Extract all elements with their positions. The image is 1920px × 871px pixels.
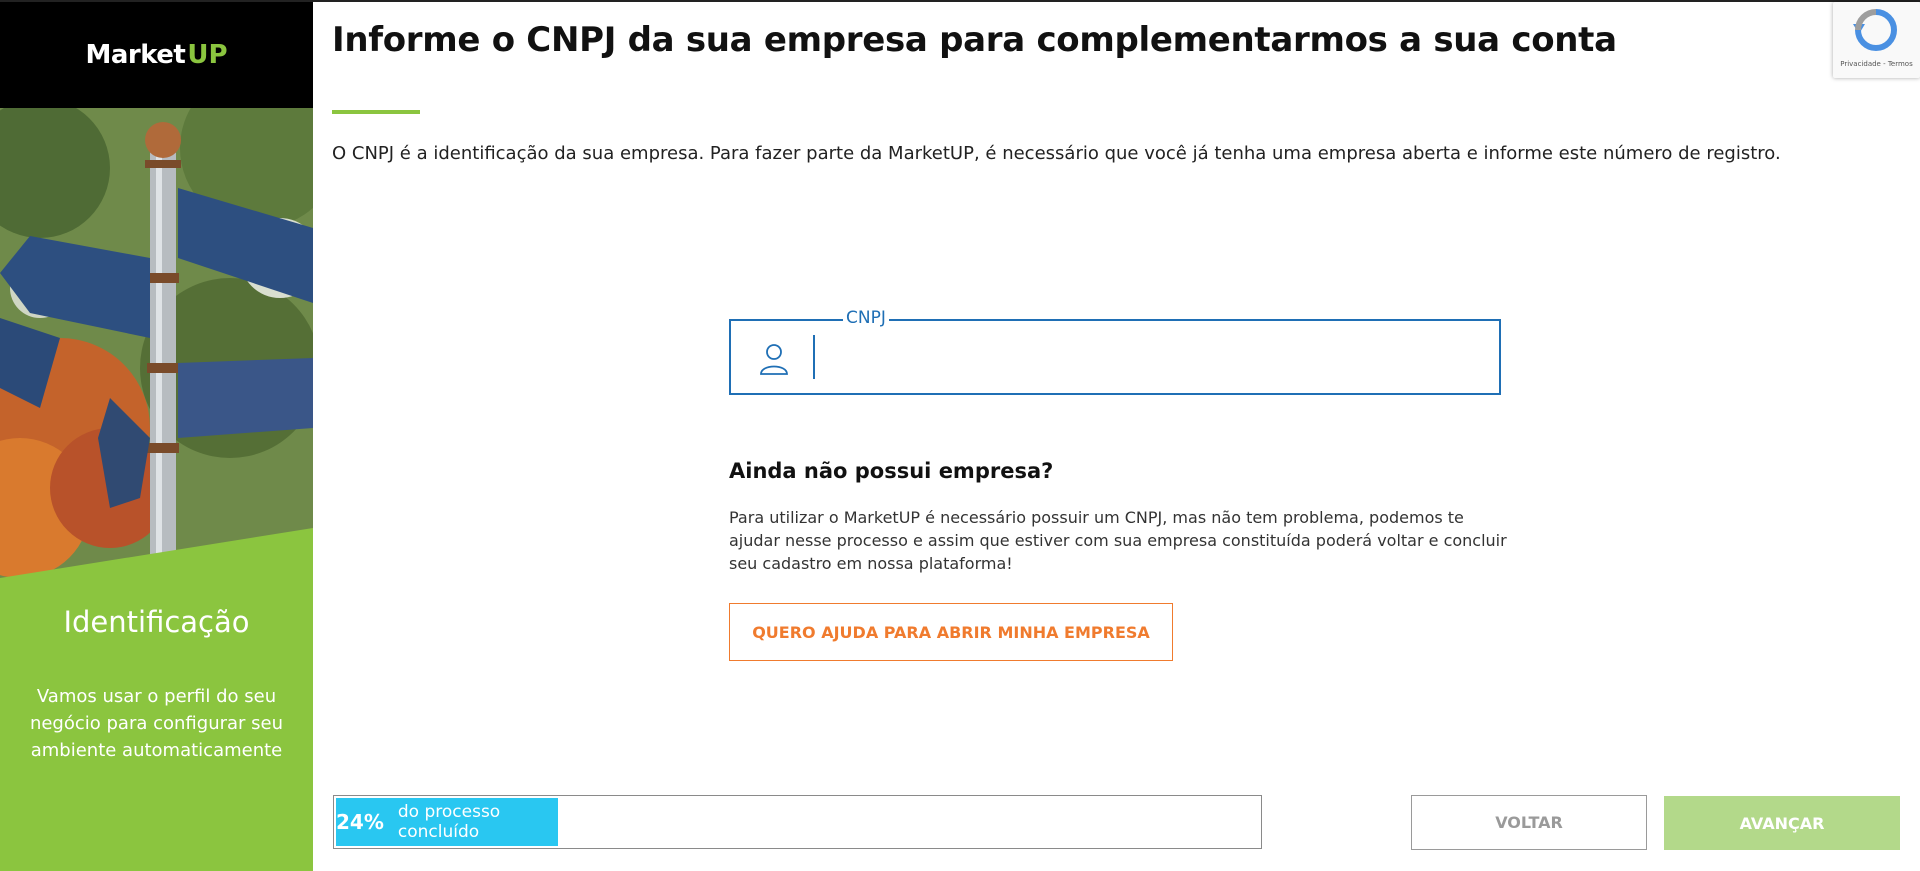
sidebar-title: Identificação <box>63 605 250 639</box>
marketup-logo: Market UP <box>85 40 227 70</box>
logo-bar: Market UP <box>0 2 313 108</box>
logo-text-market: Market <box>85 40 186 70</box>
sidebar: Market UP Identificação Vamos usar o per… <box>0 2 313 871</box>
no-company-text: Para utilizar o MarketUP é necessário po… <box>729 508 1507 573</box>
cnpj-field: CNPJ <box>729 308 1501 395</box>
logo-text-up: UP <box>187 40 228 70</box>
cnpj-input[interactable] <box>813 335 1493 379</box>
next-button[interactable]: AVANÇAR <box>1664 796 1900 850</box>
signpost-photo <box>0 108 313 578</box>
back-button[interactable]: VOLTAR <box>1411 795 1647 850</box>
progress-bar: 24% do processo concluído <box>333 795 1262 849</box>
help-open-company-button[interactable]: QUERO AJUDA PARA ABRIR MINHA EMPRESA <box>729 603 1173 661</box>
signpost-illustration <box>0 108 313 578</box>
cnpj-label: CNPJ <box>843 308 889 328</box>
title-underline <box>332 110 420 114</box>
progress-percent: 24% <box>336 810 384 834</box>
intro-text: O CNPJ é a identificação da sua empresa.… <box>332 143 1781 164</box>
recaptcha-icon <box>1853 9 1897 51</box>
sidebar-description: Vamos usar o perfil do seu negócio para … <box>29 686 284 761</box>
user-icon <box>759 342 789 380</box>
recaptcha-text: Privacidade - Termos <box>1840 60 1913 68</box>
progress-text: 24% do processo concluído <box>336 796 558 848</box>
progress-label: do processo concluído <box>397 802 501 842</box>
page-title: Informe o CNPJ da sua empresa para compl… <box>332 20 1617 60</box>
recaptcha-badge[interactable]: Privacidade - Termos <box>1833 2 1920 78</box>
no-company-heading: Ainda não possui empresa? <box>729 459 1054 483</box>
